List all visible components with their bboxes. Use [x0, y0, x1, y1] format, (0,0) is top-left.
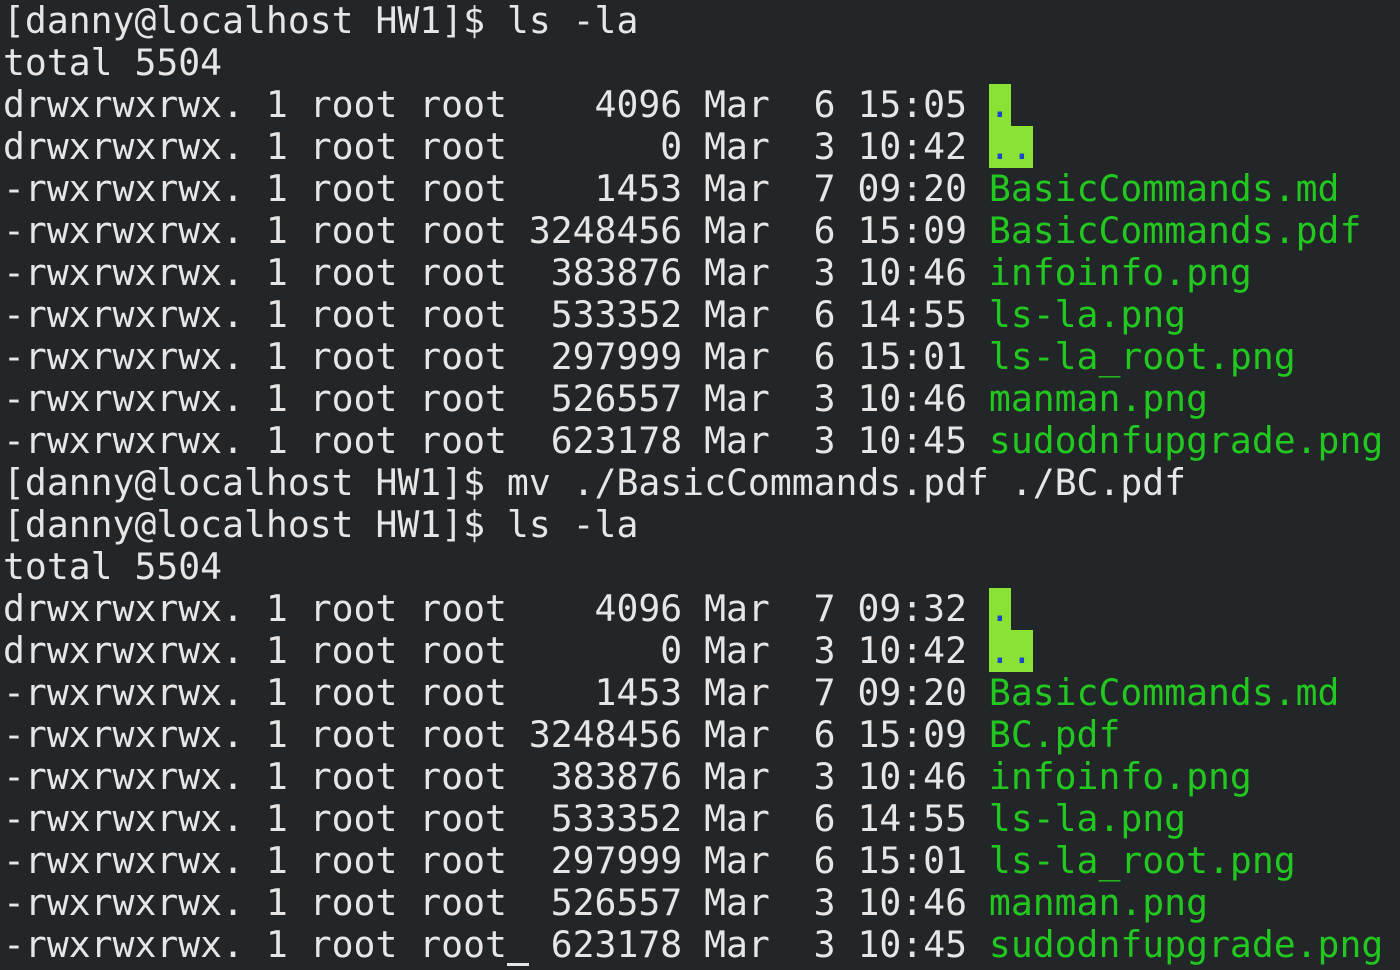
listing-row: -rwxrwxrwx. 1 root root 1453 Mar 7 09:20…	[3, 672, 1400, 714]
listing-meta: -rwxrwxrwx. 1 root root 533352 Mar 6 14:…	[3, 798, 989, 840]
listing-row: drwxrwxrwx. 1 root root 4096 Mar 6 15:05…	[3, 84, 1400, 126]
listing-row: drwxrwxrwx. 1 root root 0 Mar 3 10:42 ..	[3, 630, 1400, 672]
listing-meta: -rwxrwxrwx. 1 root root 383876 Mar 3 10:…	[3, 252, 989, 294]
listing-meta: -rwxrwxrwx. 1 root root 623178 Mar 3 10:…	[3, 420, 989, 462]
listing-meta: -rwxrwxrwx. 1 root root 1453 Mar 7 09:20	[3, 672, 989, 714]
command-text: [danny@localhost HW1]$ ls -la	[3, 0, 639, 42]
directory-name: .	[988, 84, 1011, 126]
listing-meta: drwxrwxrwx. 1 root root 0 Mar 3 10:42	[3, 126, 989, 168]
listing-row: -rwxrwxrwx. 1 root root 526557 Mar 3 10:…	[3, 378, 1400, 420]
command-prompt-line: [danny@localhost HW1]$ ls -la	[3, 0, 1400, 42]
listing-row: -rwxrwxrwx. 1 root root 297999 Mar 6 15:…	[3, 840, 1400, 882]
file-name: ls-la.png	[988, 798, 1187, 840]
listing-row: -rwxrwxrwx. 1 root root 383876 Mar 3 10:…	[3, 756, 1400, 798]
listing-row: -rwxrwxrwx. 1 root root 3248456 Mar 6 15…	[3, 714, 1400, 756]
listing-row: -rwxrwxrwx. 1 root root 297999 Mar 6 15:…	[3, 336, 1400, 378]
file-name: BasicCommands.md	[988, 168, 1340, 210]
command-text: [danny@localhost HW1]$ mv ./BasicCommand…	[3, 462, 1187, 504]
directory-name: ..	[988, 126, 1033, 168]
file-name: BC.pdf	[988, 714, 1121, 756]
file-name: BasicCommands.pdf	[988, 210, 1362, 252]
file-name: manman.png	[988, 882, 1208, 924]
listing-meta: -rwxrwxrwx. 1 root root 533352 Mar 6 14:…	[3, 294, 989, 336]
listing-row: -rwxrwxrwx. 1 root root 1453 Mar 7 09:20…	[3, 168, 1400, 210]
listing-row: -rwxrwxrwx. 1 root root 526557 Mar 3 10:…	[3, 882, 1400, 924]
file-name: sudodnfupgrade.png	[988, 924, 1384, 966]
command-text: [danny@localhost HW1]$ ls -la	[3, 504, 639, 546]
output-text: total 5504	[3, 546, 223, 588]
terminal-window[interactable]: [danny@localhost HW1]$ ls -la total 5504 d…	[0, 0, 1400, 970]
file-name: manman.png	[988, 378, 1208, 420]
listing-row: -rwxrwxrwx. 1 root root 533352 Mar 6 14:…	[3, 294, 1400, 336]
command-prompt-line: [danny@localhost HW1]$ mv ./BasicCommand…	[3, 462, 1400, 504]
listing-meta: -rwxrwxrwx. 1 root root 3248456 Mar 6 15…	[3, 714, 989, 756]
output-total-line: total 5504	[3, 546, 1400, 588]
directory-name: ..	[988, 630, 1033, 672]
command-prompt-line: [danny@localhost HW1]$ ls -la	[3, 504, 1400, 546]
file-name: infoinfo.png	[988, 756, 1252, 798]
listing-row: -rwxrwxrwx. 1 root root 383876 Mar 3 10:…	[3, 252, 1400, 294]
listing-meta: -rwxrwxrwx. 1 root root 3248456 Mar 6 15…	[3, 210, 989, 252]
file-name: ls-la_root.png	[988, 336, 1296, 378]
output-text: total 5504	[3, 42, 223, 84]
file-name: BasicCommands.md	[988, 672, 1340, 714]
file-name: ls-la.png	[988, 294, 1187, 336]
file-name: sudodnfupgrade.png	[988, 420, 1384, 462]
listing-meta: drwxrwxrwx. 1 root root 4096 Mar 6 15:05	[3, 84, 989, 126]
listing-meta: -rwxrwxrwx. 1 root root 1453 Mar 7 09:20	[3, 168, 989, 210]
file-name: infoinfo.png	[988, 252, 1252, 294]
listing-meta: -rwxrwxrwx. 1 root root 297999 Mar 6 15:…	[3, 840, 989, 882]
output-total-line: total 5504	[3, 42, 1400, 84]
listing-meta: drwxrwxrwx. 1 root root 4096 Mar 7 09:32	[3, 588, 989, 630]
listing-row: -rwxrwxrwx. 1 root root 533352 Mar 6 14:…	[3, 798, 1400, 840]
terminal-cursor	[506, 963, 529, 966]
listing-meta: drwxrwxrwx. 1 root root 0 Mar 3 10:42	[3, 630, 989, 672]
listing-row: -rwxrwxrwx. 1 root root 3248456 Mar 6 15…	[3, 210, 1400, 252]
listing-meta: -rwxrwxrwx. 1 root root 623178 Mar 3 10:…	[3, 924, 989, 966]
listing-row: -rwxrwxrwx. 1 root root 623178 Mar 3 10:…	[3, 924, 1400, 966]
directory-name: .	[988, 588, 1011, 630]
listing-meta: -rwxrwxrwx. 1 root root 383876 Mar 3 10:…	[3, 756, 989, 798]
listing-meta: -rwxrwxrwx. 1 root root 297999 Mar 6 15:…	[3, 336, 989, 378]
listing-row: drwxrwxrwx. 1 root root 4096 Mar 7 09:32…	[3, 588, 1400, 630]
listing-meta: -rwxrwxrwx. 1 root root 526557 Mar 3 10:…	[3, 378, 989, 420]
listing-row: -rwxrwxrwx. 1 root root 623178 Mar 3 10:…	[3, 420, 1400, 462]
listing-meta: -rwxrwxrwx. 1 root root 526557 Mar 3 10:…	[3, 882, 989, 924]
file-name: ls-la_root.png	[988, 840, 1296, 882]
listing-row: drwxrwxrwx. 1 root root 0 Mar 3 10:42 ..	[3, 126, 1400, 168]
